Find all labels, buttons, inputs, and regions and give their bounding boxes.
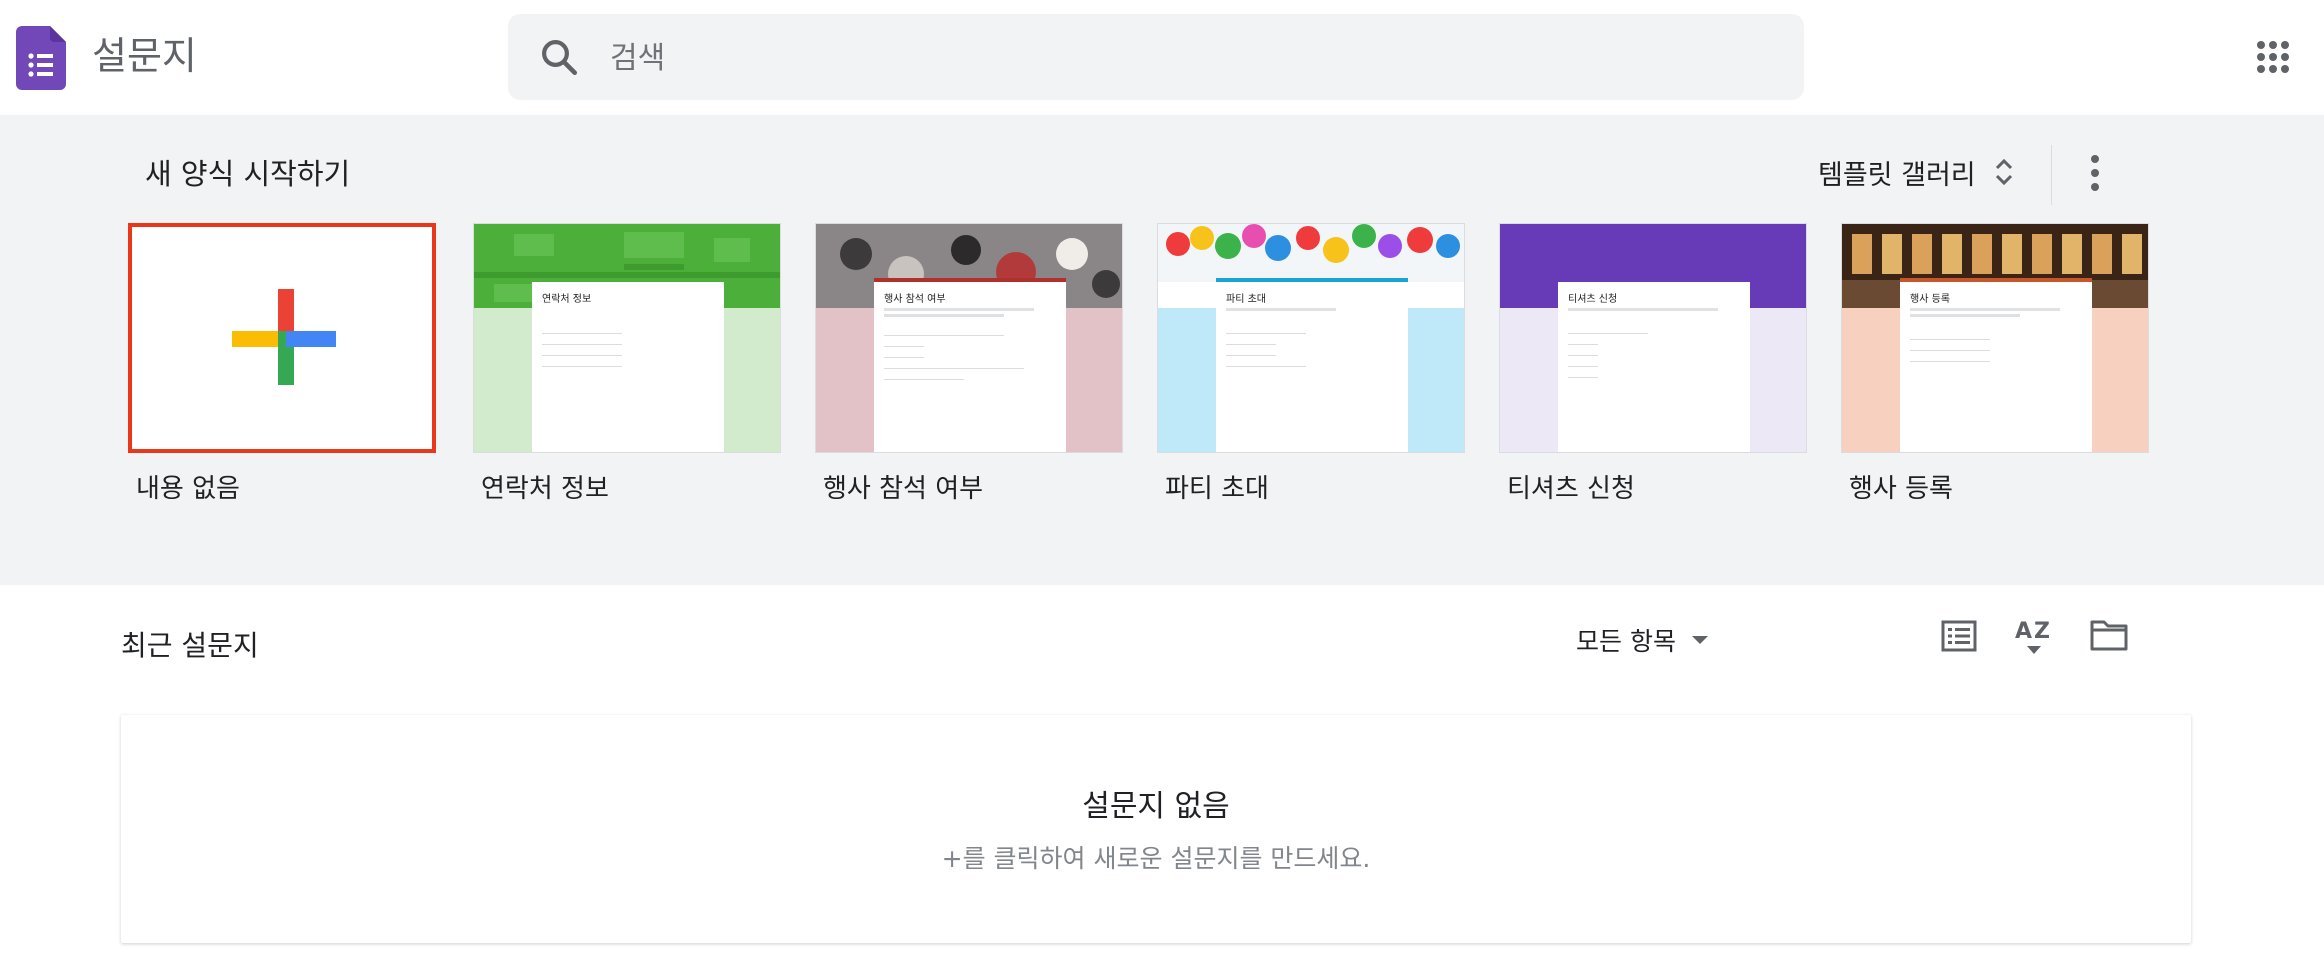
- recent-forms-title: 최근 설문지: [121, 629, 259, 662]
- svg-text:Z: Z: [2034, 619, 2050, 644]
- template-section: 새 양식 시작하기 템플릿 갤러리 내용 없음 연락처 정보 연락처 정보 행사…: [0, 115, 2324, 585]
- svg-text:A: A: [2015, 619, 2032, 644]
- empty-state-panel: 설문지 없음 +를 클릭하여 새로운 설문지를 만드세요.: [121, 715, 2191, 943]
- divider: [2051, 145, 2052, 205]
- template-thumbnail[interactable]: 티셔츠 신청: [1499, 223, 1807, 453]
- template-label: 파티 초대: [1165, 474, 1269, 504]
- template-label: 행사 참석 여부: [823, 474, 984, 504]
- apps-grid-icon[interactable]: [2256, 40, 2290, 74]
- forms-logo-icon[interactable]: [16, 26, 66, 90]
- sort-az-icon[interactable]: A Z: [2014, 614, 2054, 658]
- template-thumbnail[interactable]: 행사 등록: [1841, 223, 2149, 453]
- list-view-icon[interactable]: [1941, 620, 1977, 652]
- owner-filter-dropdown[interactable]: 모든 항목: [1576, 618, 1710, 662]
- top-app-bar: 설문지: [0, 0, 2324, 115]
- app-title[interactable]: 설문지: [92, 28, 197, 84]
- caret-down-icon: [1691, 636, 1708, 644]
- owner-filter-label: 모든 항목: [1576, 627, 1676, 656]
- form-title: 티셔츠 신청: [1568, 294, 1618, 305]
- folder-icon[interactable]: [2089, 618, 2129, 652]
- search-bar[interactable]: [508, 14, 1804, 100]
- template-thumbnail[interactable]: 연락처 정보: [473, 223, 781, 453]
- template-gallery-button[interactable]: 템플릿 갤러리: [1818, 147, 2014, 197]
- template-gallery-label: 템플릿 갤러리: [1818, 159, 1976, 191]
- more-vert-icon[interactable]: [2082, 153, 2108, 193]
- search-icon[interactable]: [538, 36, 580, 78]
- form-title: 연락처 정보: [542, 294, 592, 305]
- template-label: 티셔츠 신청: [1507, 474, 1635, 504]
- empty-state-subtitle: +를 클릭하여 새로운 설문지를 만드세요.: [941, 844, 1371, 873]
- empty-state-title: 설문지 없음: [1082, 789, 1230, 824]
- template-thumbnail[interactable]: 파티 초대: [1157, 223, 1465, 453]
- template-label: 내용 없음: [136, 474, 240, 504]
- plus-icon: [232, 289, 336, 385]
- search-input[interactable]: [608, 32, 1762, 84]
- unfold-icon: [1995, 158, 2012, 186]
- template-thumbnail[interactable]: 행사 참석 여부: [815, 223, 1123, 453]
- template-thumbnail[interactable]: [128, 223, 436, 453]
- template-label: 행사 등록: [1849, 474, 1953, 504]
- form-title: 행사 등록: [1910, 294, 1950, 305]
- template-section-title: 새 양식 시작하기: [145, 157, 351, 191]
- form-title: 파티 초대: [1226, 294, 1266, 305]
- template-cards: 내용 없음 연락처 정보 연락처 정보 행사 참석 여부 행사 참석 여부 파티…: [0, 223, 2324, 523]
- form-title: 행사 참석 여부: [884, 294, 946, 305]
- template-label: 연락처 정보: [481, 474, 609, 504]
